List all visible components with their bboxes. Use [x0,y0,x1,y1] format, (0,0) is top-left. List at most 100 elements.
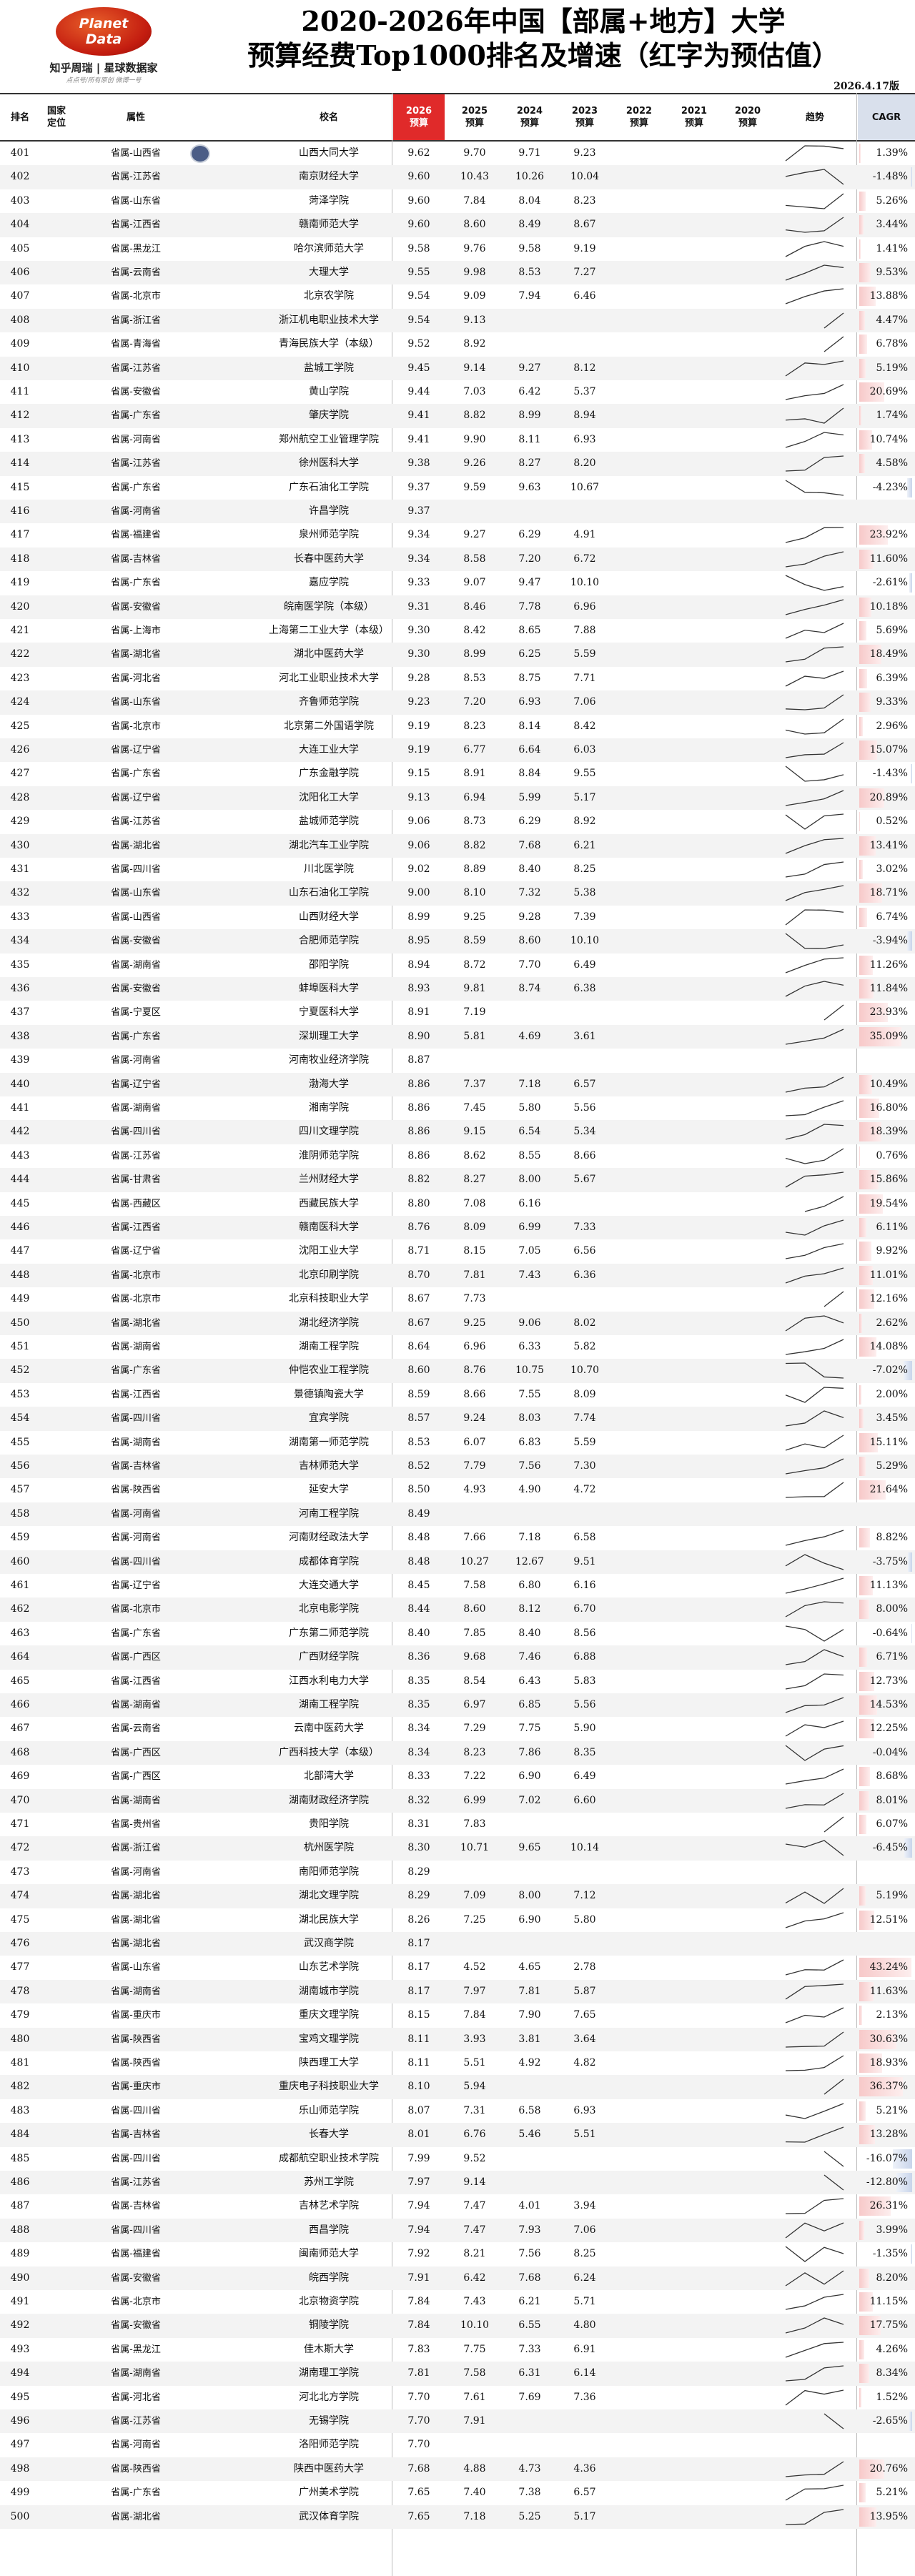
trend-cell [776,2290,854,2314]
attribute-cell: 省属-河北省 [111,673,161,684]
cagr-cell: 18.71% [858,881,914,905]
trend-line [785,2031,844,2048]
trend-line [785,1387,844,1403]
attribute-cell: 省属-重庆市 [111,2010,161,2021]
budget-2026-cell: 8.86 [407,1078,430,1090]
budget-2025-cell: 8.73 [463,816,486,828]
table-row: 467 省属-云南省 云南中医药大学 8.34 7.29 7.75 5.90 12.25% [0,1717,915,1740]
trend-cell [776,1120,854,1144]
attribute-cell: 省属-湖南省 [111,1342,161,1352]
attribute-cell: 省属-江西省 [111,1222,161,1233]
col-national-loc: 国家 定位 [46,106,66,129]
table-row: 426 省属-辽宁省 大连工业大学 9.19 6.77 6.64 6.03 15.07% [0,738,915,763]
budget-2026-cell: 8.82 [407,1174,430,1186]
trend-cell [776,1980,854,2003]
budget-2026-cell: 9.45 [407,362,430,374]
budget-2026-cell: 8.11 [407,2057,430,2069]
table-row: 425 省属-北京市 北京第二外国语学院 9.19 8.23 8.14 8.42 2.96% [0,715,915,738]
rank-cell: 404 [10,219,30,231]
trend-cell [776,834,854,858]
budget-2024-cell: 9.47 [518,577,541,589]
table-row: 402 省属-江苏省 南京财经大学 9.60 10.43 10.26 10.04 -1.48% [0,165,915,189]
trend-line [785,813,844,830]
trend-sparkline [785,1983,844,2000]
budget-2026-cell: 8.26 [407,1913,430,1926]
col-2026: 2026 预算 [393,94,445,140]
trend-cell [776,452,854,475]
budget-2023-cell: 7.27 [573,267,596,278]
cagr-cell: 5.21% [858,2481,914,2505]
trend-cell [776,2051,854,2075]
budget-2026-cell: 7.65 [407,2487,430,2499]
budget-2026-cell: 8.59 [407,1388,430,1400]
trend-cell [776,690,854,714]
trend-sparkline [785,2461,844,2477]
trend-line [785,1530,844,1546]
trend-cell [776,1073,854,1096]
trend-line [785,1339,844,1355]
cagr-value: 1.39% [876,147,908,159]
budget-2026-cell: 7.94 [407,2200,430,2212]
rank-cell: 482 [10,2081,30,2093]
rank-cell: 483 [10,2104,30,2116]
budget-2025-cell: 7.81 [463,1269,486,1281]
trend-line [785,1840,844,1856]
rank-cell: 414 [10,457,30,470]
budget-2026-cell: 9.00 [407,887,430,899]
rank-cell: 474 [10,1890,30,1902]
attribute-cell: 省属-安徽省 [111,601,161,613]
rank-cell: 470 [10,1794,30,1806]
budget-2023-cell: 4.80 [573,2319,596,2332]
cagr-value: 11.63% [869,1985,908,1997]
cagr-value: 14.53% [869,1699,908,1710]
budget-2023-cell: 8.35 [573,1746,596,1758]
trend-cell [776,1908,854,1932]
trend-sparkline [785,1314,844,1332]
cagr-value: 23.92% [869,529,908,541]
trend-line [785,1983,844,2000]
cagr-bar [859,1146,861,1166]
col-2021: 2021 预算 [681,106,708,129]
budget-2024-cell: 6.54 [518,1126,541,1138]
trend-cell [776,428,854,452]
budget-2024-cell: 6.16 [518,1197,541,1209]
trend-cell [776,1455,854,1478]
trend-line [785,956,844,974]
trend-line [785,2198,844,2215]
budget-2023-cell: 7.74 [573,1412,596,1425]
rank-cell: 472 [10,1842,30,1854]
cagr-value: 10.18% [869,600,908,613]
budget-2023-cell: 8.92 [573,816,596,828]
table-row: 401 省属-山西省 山西大同大学 9.62 9.70 9.71 9.23 1.39% [0,142,915,165]
cagr-cell: 35.09% [858,1025,914,1049]
budget-2025-cell: 4.88 [463,2462,486,2475]
trend-cell [776,237,854,261]
budget-2024-cell: 4.65 [518,1961,541,1973]
rank-cell: 479 [10,2009,30,2021]
budget-2025-cell [449,1049,500,1072]
budget-2023-cell: 6.93 [573,433,596,445]
budget-2024-cell: 6.99 [518,1222,541,1233]
rank-cell: 412 [10,410,30,422]
attribute-cell: 省属-四川省 [111,1413,161,1425]
budget-2023-cell: 6.21 [573,839,596,851]
rank-cell: 473 [10,1866,30,1878]
budget-2025-cell: 9.81 [463,983,486,994]
table-row: 476 省属-湖北省 武汉商学院 8.17 [0,1932,915,1956]
budget-2025-cell: 8.42 [463,625,486,636]
attribute-cell: 省属-湖南省 [111,959,161,971]
attribute-cell: 省属-云南省 [111,267,161,278]
budget-2026-cell: 8.30 [407,1842,430,1854]
cagr-value: 18.93% [869,2057,908,2069]
budget-2024-cell: 6.21 [518,2296,541,2307]
budget-2024-cell: 8.49 [518,219,541,231]
trend-cell [776,619,854,643]
trend-line [785,861,844,878]
cagr-value: 14.08% [869,1341,908,1352]
budget-2025-cell: 9.14 [463,2176,486,2188]
trend-line [785,1148,844,1164]
budget-2024-cell: 7.75 [518,1723,541,1735]
trend-line [785,2485,844,2501]
budget-2024-cell: 6.25 [518,648,541,660]
budget-2025-cell: 7.18 [463,2510,486,2522]
